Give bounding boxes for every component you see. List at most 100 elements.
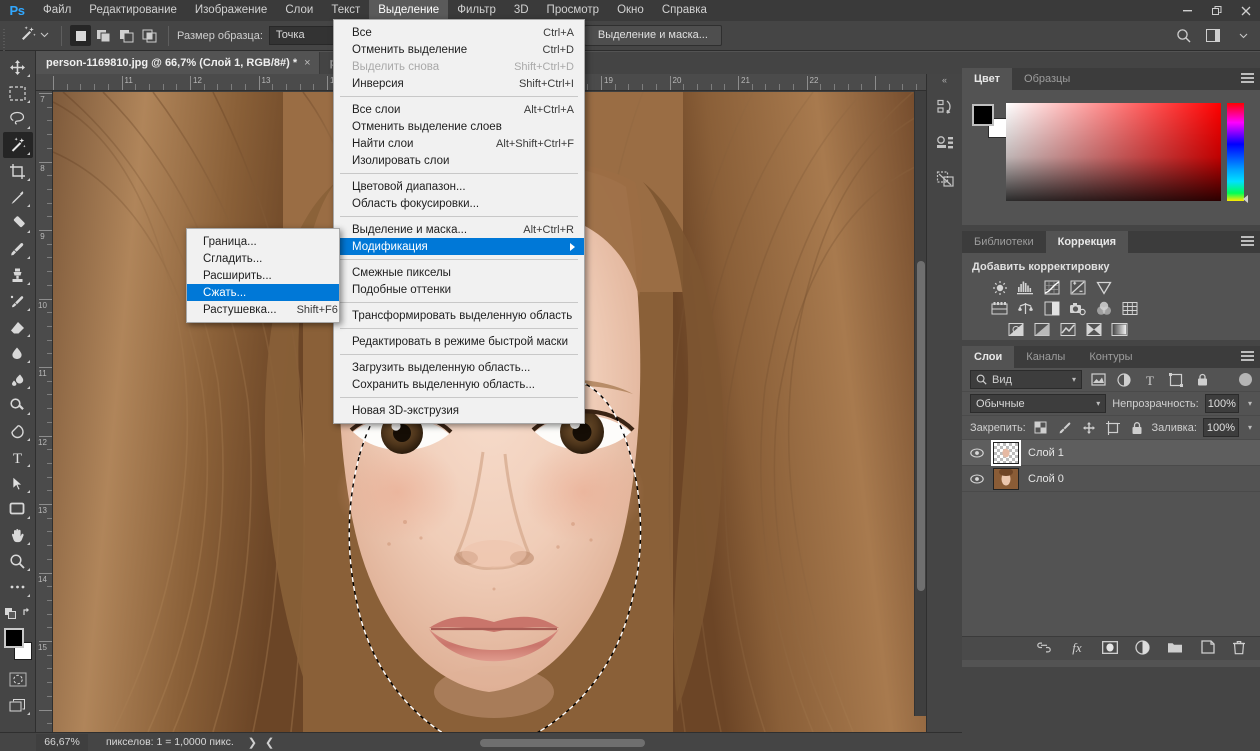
menu-item-отменить-выделение[interactable]: Отменить выделение Ctrl+D bbox=[334, 41, 584, 58]
document-tab-active[interactable]: person-1169810.jpg @ 66,7% (Слой 1, RGB/… bbox=[36, 52, 320, 74]
status-expand-icon[interactable]: ❯ bbox=[248, 736, 257, 749]
photo-filter-icon[interactable] bbox=[1068, 300, 1087, 317]
canvas-vertical-scrollbar[interactable] bbox=[914, 91, 926, 716]
color-panel-swatches[interactable] bbox=[972, 104, 1008, 138]
menu-item-все-слои[interactable]: Все слои Alt+Ctrl+A bbox=[334, 101, 584, 118]
history-icon[interactable] bbox=[927, 92, 963, 122]
filter-enable-toggle[interactable] bbox=[1239, 373, 1252, 386]
invert-icon[interactable] bbox=[1006, 321, 1025, 338]
dodge-tool[interactable] bbox=[3, 392, 33, 418]
layer-thumbnail[interactable] bbox=[993, 467, 1019, 490]
fill-chevron-icon[interactable]: ▾ bbox=[1248, 423, 1252, 432]
menu-item-трансформировать-выделенную-область[interactable]: Трансформировать выделенную область bbox=[334, 307, 584, 324]
threshold-icon[interactable] bbox=[1058, 321, 1077, 338]
exposure-icon[interactable] bbox=[1068, 279, 1087, 296]
menu-text[interactable]: Текст bbox=[322, 0, 369, 21]
tab-swatches[interactable]: Образцы bbox=[1012, 68, 1083, 90]
eyedropper-tool[interactable] bbox=[3, 184, 33, 210]
lasso-tool[interactable] bbox=[3, 106, 33, 132]
foreground-color-swatch[interactable] bbox=[972, 104, 994, 126]
pen-tool[interactable] bbox=[3, 418, 33, 444]
filter-shape-icon[interactable] bbox=[1166, 370, 1186, 390]
filter-smart-icon[interactable] bbox=[1192, 370, 1212, 390]
menu-item-изолировать-слои[interactable]: Изолировать слои bbox=[334, 152, 584, 169]
menu-item-инверсия[interactable]: Инверсия Shift+Ctrl+I bbox=[334, 75, 584, 92]
blend-mode-select[interactable]: Обычные ▾ bbox=[970, 394, 1107, 413]
layer-style-fx-icon[interactable]: fx bbox=[1069, 640, 1085, 658]
menu-window[interactable]: Окно bbox=[608, 0, 653, 21]
crop-tool[interactable] bbox=[3, 158, 33, 184]
lock-image-icon[interactable] bbox=[1056, 418, 1074, 438]
clone-stamp-tool[interactable] bbox=[3, 262, 33, 288]
hue-saturation-icon[interactable] bbox=[990, 300, 1009, 317]
color-panel[interactable] bbox=[962, 90, 1260, 225]
opacity-value[interactable]: 100% bbox=[1204, 394, 1239, 413]
submenu-item-граница[interactable]: Граница... bbox=[187, 233, 339, 250]
menu-3d[interactable]: 3D bbox=[505, 0, 538, 21]
color-field[interactable] bbox=[1006, 103, 1221, 201]
posterize-icon[interactable] bbox=[1032, 321, 1051, 338]
minimize-icon[interactable] bbox=[1173, 0, 1202, 21]
menu-item-подобные-оттенки[interactable]: Подобные оттенки bbox=[334, 281, 584, 298]
menu-select[interactable]: Выделение bbox=[369, 0, 449, 21]
layers-list[interactable]: Слой 1 Слой 0 bbox=[962, 439, 1260, 667]
submenu-item-растушевка[interactable]: Растушевка... Shift+F6 bbox=[187, 301, 339, 318]
close-icon[interactable]: × bbox=[304, 57, 310, 69]
submenu-item-сгладить[interactable]: Сгладить... bbox=[187, 250, 339, 267]
screen-mode-icon[interactable] bbox=[3, 692, 33, 718]
menu-item-загрузить-выделенную-область[interactable]: Загрузить выделенную область... bbox=[334, 359, 584, 376]
active-tool-preset[interactable] bbox=[9, 24, 53, 47]
eye-icon[interactable] bbox=[970, 473, 984, 484]
layer-mask-icon[interactable] bbox=[1101, 640, 1119, 657]
menu-item-найти-слои[interactable]: Найти слои Alt+Shift+Ctrl+F bbox=[334, 135, 584, 152]
curves-icon[interactable] bbox=[1042, 279, 1061, 296]
submenu-item-расширить[interactable]: Расширить... bbox=[187, 267, 339, 284]
foreground-color-swatch[interactable] bbox=[3, 628, 24, 648]
menu-item-область-фокусировки[interactable]: Область фокусировки... bbox=[334, 195, 584, 212]
lock-all-icon[interactable] bbox=[1128, 418, 1146, 438]
rectangle-tool[interactable] bbox=[3, 496, 33, 522]
panel-menu-icon[interactable] bbox=[1241, 236, 1254, 247]
brightness-contrast-icon[interactable] bbox=[990, 279, 1009, 296]
hand-tool[interactable] bbox=[3, 522, 33, 548]
menu-edit[interactable]: Редактирование bbox=[80, 0, 186, 21]
quick-mask-icon[interactable] bbox=[3, 666, 33, 692]
layer-filter-select[interactable]: Вид ▾ bbox=[970, 370, 1082, 389]
link-layers-icon[interactable] bbox=[1036, 642, 1052, 656]
magic-wand-tool[interactable] bbox=[2, 132, 33, 158]
tab-layers[interactable]: Слои bbox=[962, 346, 1015, 368]
delete-layer-icon[interactable] bbox=[1232, 640, 1246, 658]
new-group-icon[interactable] bbox=[1167, 641, 1184, 657]
properties-icon[interactable] bbox=[927, 128, 963, 158]
filter-pixel-icon[interactable] bbox=[1088, 370, 1108, 390]
opacity-chevron-icon[interactable]: ▾ bbox=[1248, 399, 1252, 408]
menu-item-сохранить-выделенную-область[interactable]: Сохранить выделенную область... bbox=[334, 376, 584, 393]
tool-preset-chevron-icon[interactable] bbox=[40, 30, 49, 42]
fill-value[interactable]: 100% bbox=[1202, 418, 1240, 437]
levels-icon[interactable] bbox=[1016, 279, 1035, 296]
tab-libraries[interactable]: Библиотеки bbox=[962, 231, 1046, 253]
lock-artboard-icon[interactable] bbox=[1104, 418, 1122, 438]
menu-filter[interactable]: Фильтр bbox=[448, 0, 505, 21]
hue-slider[interactable] bbox=[1227, 103, 1248, 203]
intersect-selection-button[interactable] bbox=[139, 25, 160, 46]
search-icon[interactable] bbox=[1172, 25, 1194, 47]
modify-submenu-dropdown[interactable]: Граница... Сгладить... Расширить... Сжать..… bbox=[186, 228, 340, 323]
layer-comps-icon[interactable] bbox=[927, 164, 963, 194]
canvas-horizontal-scrollbar[interactable] bbox=[430, 737, 920, 749]
panel-menu-icon[interactable] bbox=[1241, 73, 1254, 84]
panel-menu-icon[interactable] bbox=[1241, 351, 1254, 362]
new-selection-button[interactable] bbox=[70, 25, 91, 46]
channel-mixer-icon[interactable] bbox=[1094, 300, 1113, 317]
menu-item-все[interactable]: Все Ctrl+A bbox=[334, 24, 584, 41]
spot-healing-brush-tool[interactable] bbox=[3, 210, 33, 236]
menu-help[interactable]: Справка bbox=[653, 0, 716, 21]
workspace-icon[interactable] bbox=[1202, 25, 1224, 47]
expand-panels-icon[interactable]: « bbox=[927, 74, 962, 86]
scrollbar-thumb[interactable] bbox=[917, 261, 925, 591]
color-balance-icon[interactable] bbox=[1016, 300, 1035, 317]
menu-view[interactable]: Просмотр bbox=[538, 0, 609, 21]
select-and-mask-button[interactable]: Выделение и маска... bbox=[583, 25, 722, 46]
default-colors-and-swap[interactable] bbox=[3, 600, 33, 626]
filter-type-icon[interactable]: T bbox=[1140, 370, 1160, 390]
